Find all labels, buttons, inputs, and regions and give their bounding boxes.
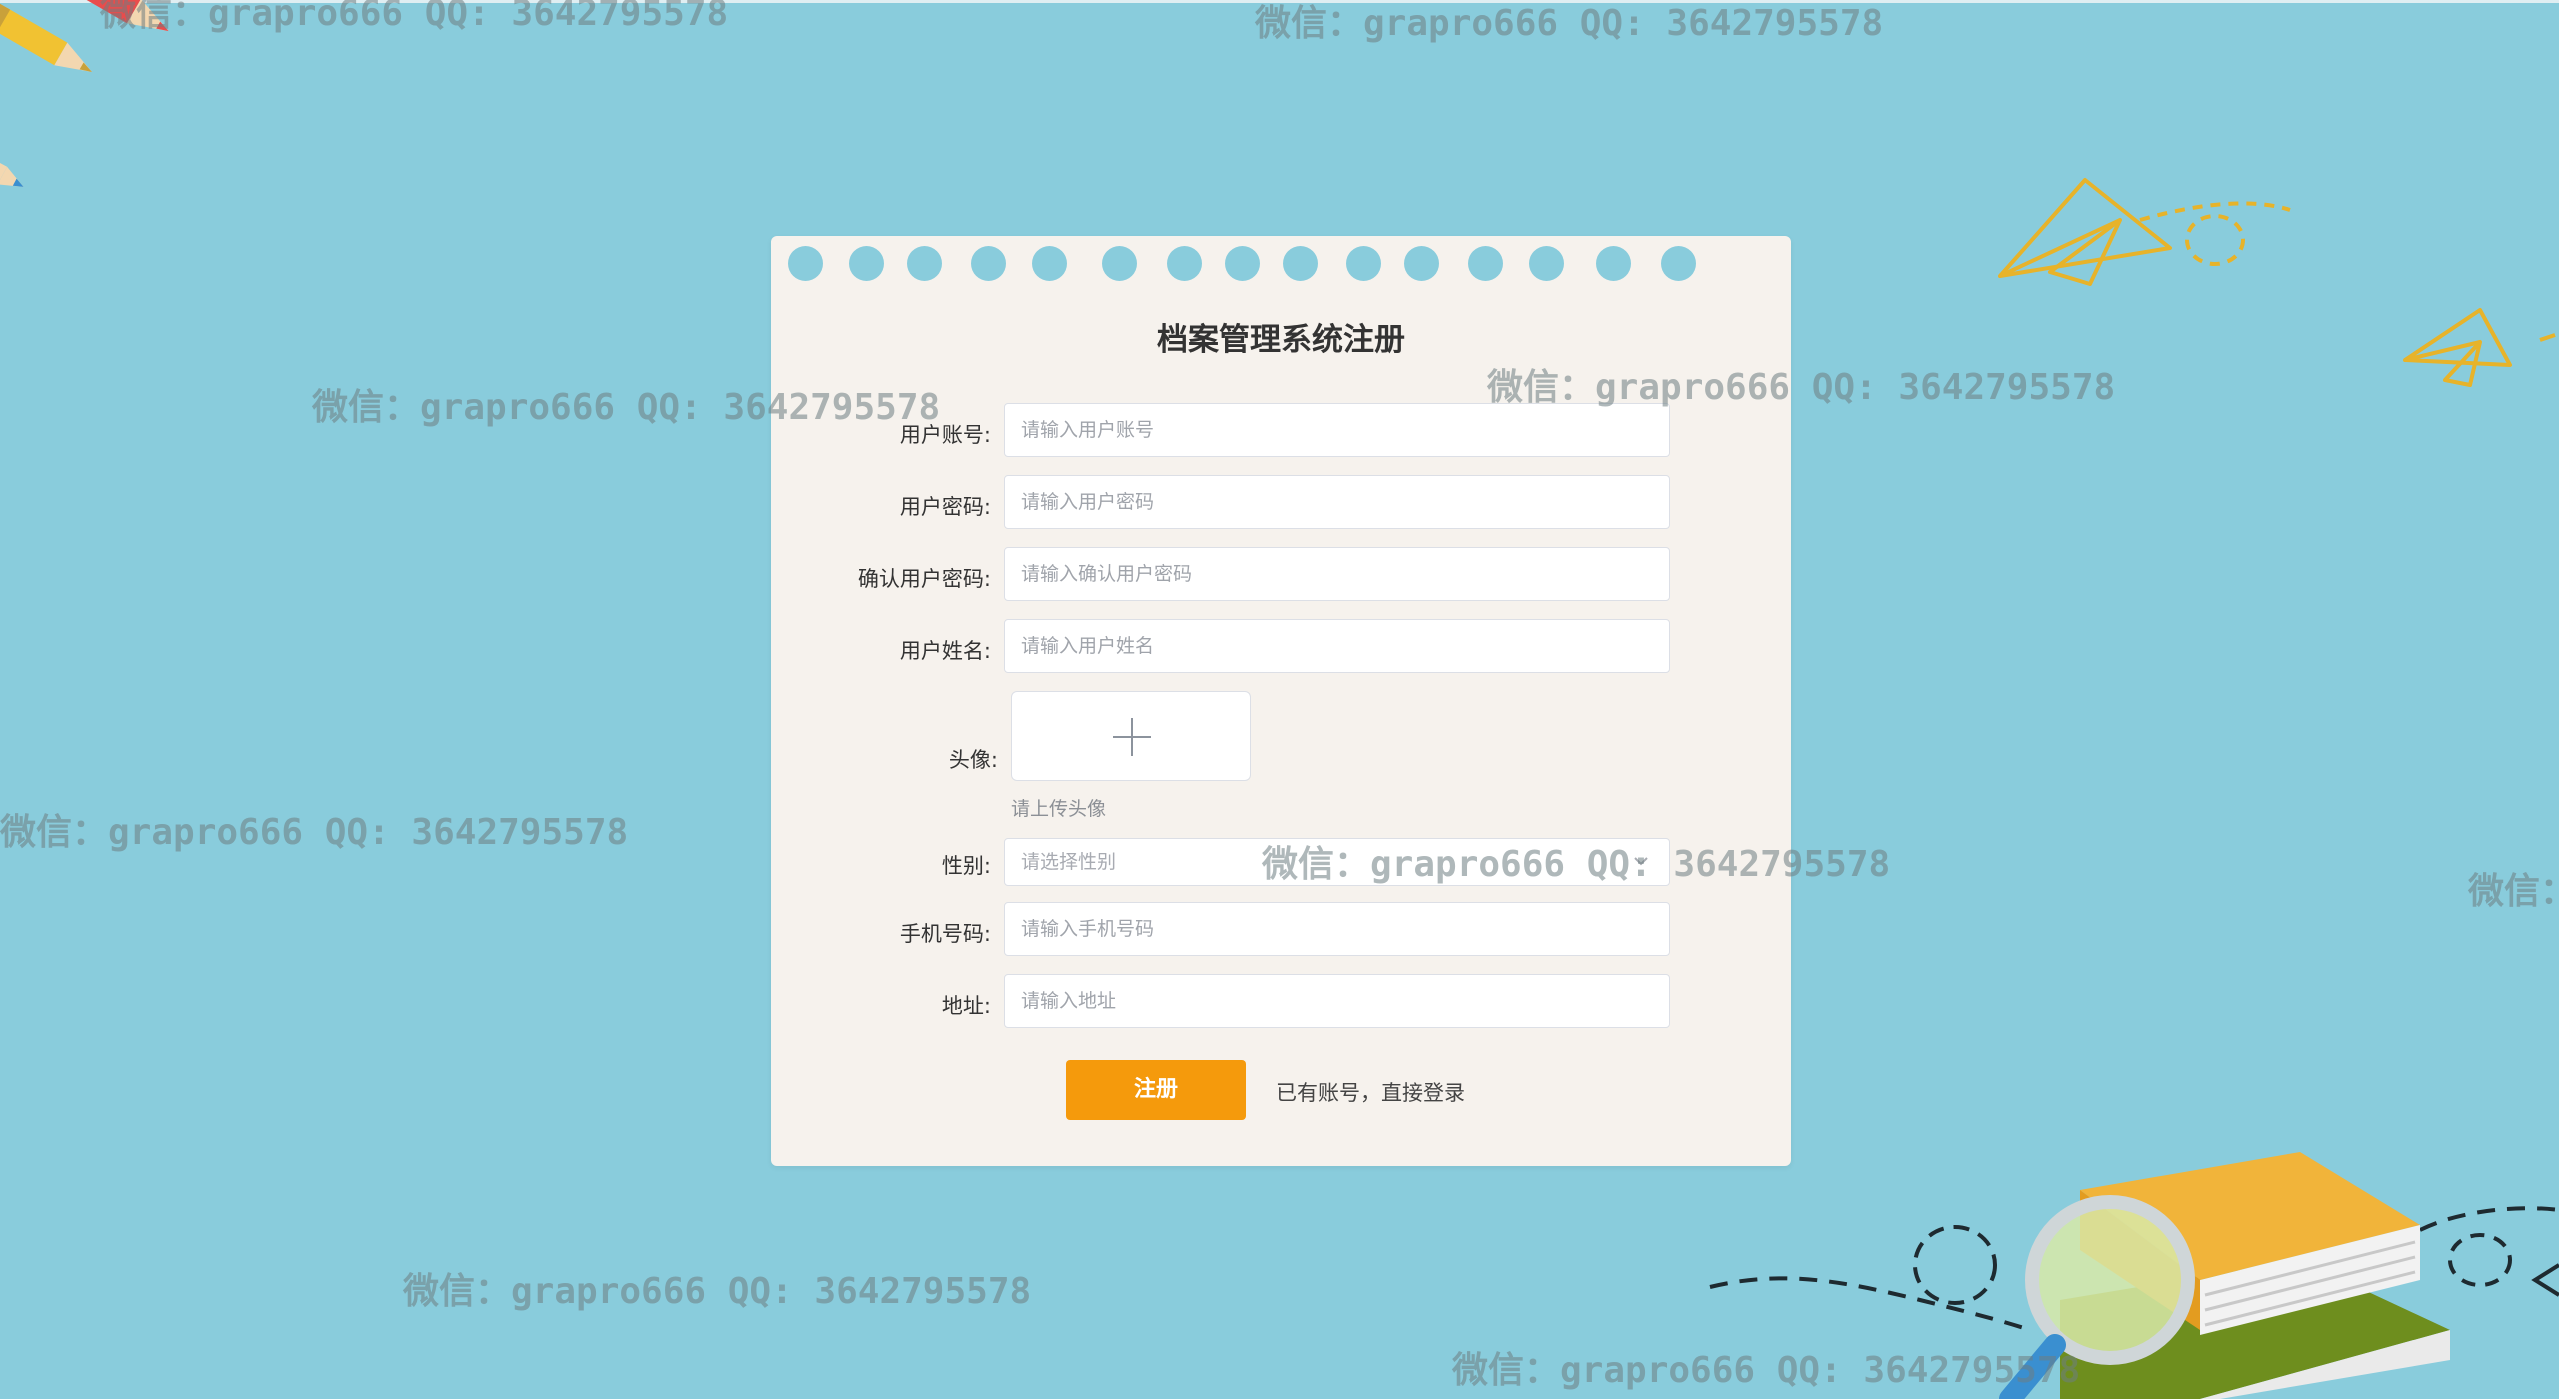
password-input[interactable] (1004, 475, 1670, 529)
notebook-hole (1167, 246, 1202, 281)
books-decoration (1709, 1152, 2559, 1399)
avatar-upload-tip: 请上传头像 (1011, 798, 1107, 820)
register-card: 档案管理系统注册 用户账号: 用户密码: 确认用户密码: 用户姓名: 头像: 请… (771, 236, 1791, 1166)
gender-select[interactable]: 请选择性别 (1004, 838, 1670, 886)
watermark: 微信：grapro666 QQ: 3642795578 (0, 812, 629, 853)
name-input[interactable] (1004, 619, 1670, 673)
password-label: 用户密码: (899, 495, 991, 519)
paper-plane-small-decoration (2403, 308, 2556, 387)
watermark: 微信：grapro666 QQ: 3642795578 (1255, 3, 1884, 44)
register-button[interactable]: 注册 (1066, 1060, 1246, 1120)
watermark: 微信：grapro666 QQ: 3642795578 (403, 1271, 1032, 1312)
login-link[interactable]: 已有账号，直接登录 (1276, 1077, 1465, 1107)
notebook-hole (849, 246, 884, 281)
notebook-hole (1283, 246, 1318, 281)
notebook-hole (788, 246, 823, 281)
notebook-hole (1225, 246, 1260, 281)
confirm-password-input[interactable] (1004, 547, 1670, 601)
notebook-hole (1596, 246, 1631, 281)
notebook-hole (1661, 246, 1696, 281)
confirm-password-label: 确认用户密码: (857, 567, 991, 591)
notebook-hole (1032, 246, 1067, 281)
top-strip (0, 0, 2559, 3)
address-label: 地址: (941, 994, 991, 1018)
address-input[interactable] (1004, 974, 1670, 1028)
phone-input[interactable] (1004, 902, 1670, 956)
watermark: 微信：grapro666 QQ: 3642795578 (2468, 871, 2559, 912)
notebook-hole (1102, 246, 1137, 281)
account-label: 用户账号: (899, 423, 991, 447)
plus-icon (1113, 718, 1151, 756)
pencils-decoration (0, 0, 169, 187)
gender-select-placeholder: 请选择性别 (1021, 851, 1117, 873)
name-label: 用户姓名: (899, 639, 991, 663)
notebook-hole (1529, 246, 1564, 281)
page-title: 档案管理系统注册 (1157, 322, 1405, 358)
notebook-hole (907, 246, 942, 281)
gender-label: 性别: (941, 854, 991, 878)
notebook-hole (971, 246, 1006, 281)
phone-label: 手机号码: (899, 922, 991, 946)
notebook-hole (1468, 246, 1503, 281)
chevron-down-icon (1634, 857, 1648, 866)
paper-plane-decoration (1998, 178, 2291, 286)
notebook-holes (771, 236, 1791, 292)
avatar-label: 头像: (948, 748, 998, 772)
notebook-hole (1404, 246, 1439, 281)
notebook-hole (1346, 246, 1381, 281)
avatar-uploader[interactable] (1011, 691, 1251, 781)
account-input[interactable] (1004, 403, 1670, 457)
